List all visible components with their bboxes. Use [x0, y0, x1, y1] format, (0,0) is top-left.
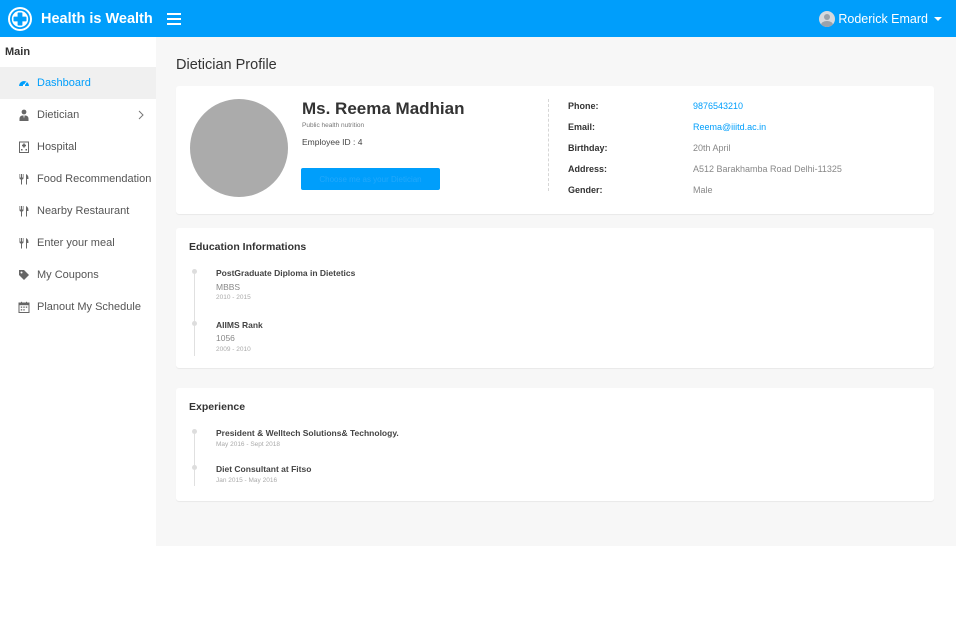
brand-name: Health is Wealth: [41, 10, 153, 27]
hamburger-icon[interactable]: [164, 9, 184, 29]
email-link[interactable]: Reema@iiitd.ac.in: [693, 122, 766, 132]
caret-down-icon: [934, 16, 942, 21]
cutlery-icon: [18, 237, 30, 249]
profile-photo: [190, 99, 288, 197]
choose-dietician-button[interactable]: Choose me as your Dietician: [301, 168, 440, 190]
sidebar-item-label: Nearby Restaurant: [37, 205, 130, 217]
experience-item-name: Diet Consultant at Fitso: [216, 464, 312, 474]
dashboard-icon: [18, 77, 30, 89]
profile-divider: [548, 99, 549, 191]
user-name: Roderick Emard: [838, 11, 928, 26]
info-label: Gender:: [568, 185, 603, 195]
info-label: Birthday:: [568, 143, 608, 153]
education-title: Education Informations: [189, 241, 307, 253]
education-item-subtitle: MBBS: [216, 282, 241, 292]
profile-name: Ms. Reema Madhian: [302, 99, 465, 118]
user-tie-icon: [18, 109, 30, 121]
sidebar-item-hospital[interactable]: Hospital: [0, 131, 156, 163]
sidebar-item-label: Enter your meal: [37, 237, 115, 249]
timeline-dot: [192, 269, 197, 274]
info-value: 20th April: [693, 143, 731, 153]
phone-link[interactable]: 9876543210: [693, 101, 743, 111]
profile-specialty: Public health nutrition: [302, 122, 365, 129]
sidebar: Main Dashboard Dietician Hospital Food R…: [0, 37, 156, 546]
education-item-name: PostGraduate Diploma in Dietetics: [216, 268, 356, 278]
education-item-dates: 2009 - 2010: [216, 346, 251, 353]
top-navbar: Health is Wealth Roderick Emard: [0, 0, 956, 37]
sidebar-item-dashboard[interactable]: Dashboard: [0, 67, 156, 99]
sidebar-item-label: Planout My Schedule: [37, 301, 141, 313]
experience-title: Experience: [189, 401, 246, 413]
timeline-dot: [192, 465, 197, 470]
education-item-name: AIIMS Rank: [216, 320, 263, 330]
sidebar-item-label: My Coupons: [37, 269, 99, 281]
experience-item-name: President & Welltech Solutions& Technolo…: [216, 428, 399, 438]
timeline-line: [194, 270, 195, 356]
sidebar-item-food-recommendation[interactable]: Food Recommendation: [0, 163, 156, 195]
sidebar-heading: Main: [5, 46, 31, 58]
tag-icon: [18, 269, 30, 281]
cutlery-icon: [18, 205, 30, 217]
timeline-dot: [192, 321, 197, 326]
sidebar-item-planout-my-schedule[interactable]: Planout My Schedule: [0, 291, 156, 323]
profile-employee-id: Employee ID : 4: [302, 137, 363, 147]
main-content: Dietician Profile Ms. Reema Madhian Publ…: [156, 37, 956, 546]
user-avatar-icon: [819, 10, 836, 27]
hospital-icon: [18, 141, 30, 153]
education-card: Education Informations PostGraduate Dipl…: [176, 228, 934, 368]
info-value: Male: [693, 185, 713, 195]
sidebar-item-label: Dashboard: [37, 77, 91, 89]
experience-item-dates: May 2016 - Sept 2018: [216, 441, 280, 448]
info-value: A512 Barakhamba Road Delhi-11325: [693, 164, 842, 174]
chevron-right-icon: [138, 110, 144, 120]
user-menu[interactable]: Roderick Emard: [819, 0, 942, 37]
education-item-subtitle: 1056: [216, 333, 235, 343]
sidebar-item-my-coupons[interactable]: My Coupons: [0, 259, 156, 291]
info-label: Email:: [568, 122, 596, 132]
sidebar-item-label: Dietician: [37, 109, 80, 121]
cutlery-icon: [18, 173, 30, 185]
sidebar-item-nearby-restaurant[interactable]: Nearby Restaurant: [0, 195, 156, 227]
brand[interactable]: Health is Wealth: [0, 0, 156, 37]
page-title: Dietician Profile: [176, 57, 277, 73]
experience-card: Experience President & Welltech Solution…: [176, 388, 934, 501]
timeline-line: [194, 430, 195, 486]
info-label: Phone:: [568, 101, 599, 111]
timeline-dot: [192, 429, 197, 434]
experience-item-dates: Jan 2015 - May 2016: [216, 477, 278, 484]
info-label: Address:: [568, 164, 608, 174]
plus-circle-icon: [8, 6, 32, 31]
calendar-icon: [18, 301, 30, 313]
education-item-dates: 2010 - 2015: [216, 294, 251, 301]
sidebar-item-label: Hospital: [37, 141, 77, 153]
sidebar-item-label: Food Recommendation: [37, 173, 152, 185]
sidebar-item-enter-your-meal[interactable]: Enter your meal: [0, 227, 156, 259]
profile-card: Ms. Reema Madhian Public health nutritio…: [176, 86, 934, 214]
sidebar-item-dietician[interactable]: Dietician: [0, 99, 156, 131]
